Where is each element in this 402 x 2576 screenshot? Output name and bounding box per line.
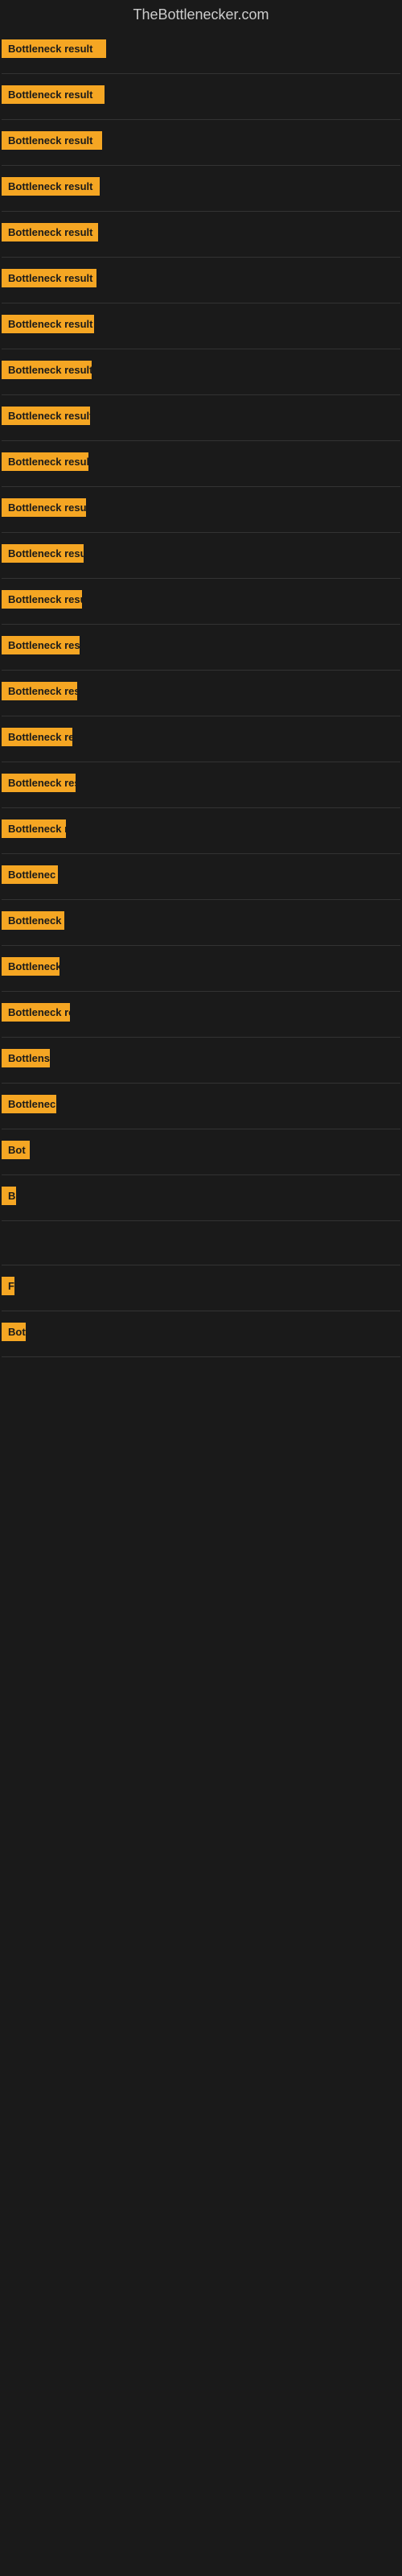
bottleneck-item-13: Bottleneck result xyxy=(2,580,400,622)
bottleneck-label-29[interactable]: Bott xyxy=(2,1323,26,1341)
bottleneck-label-19[interactable]: Bottlenec xyxy=(2,865,58,884)
bottleneck-label-11[interactable]: Bottleneck result xyxy=(2,498,86,517)
spacer-27 xyxy=(2,1223,400,1263)
bottleneck-label-1[interactable]: Bottleneck result xyxy=(2,39,106,58)
bottleneck-label-26[interactable]: B xyxy=(2,1187,16,1205)
bottleneck-item-29: Bott xyxy=(2,1313,400,1355)
bottleneck-label-17[interactable]: Bottleneck result xyxy=(2,774,76,792)
bottleneck-label-3[interactable]: Bottleneck result xyxy=(2,131,102,150)
bottleneck-label-9[interactable]: Bottleneck result xyxy=(2,407,90,425)
bottleneck-label-8[interactable]: Bottleneck result xyxy=(2,361,92,379)
bottleneck-item-26: B xyxy=(2,1177,400,1219)
items-container: Bottleneck result Bottleneck result Bottle… xyxy=(0,30,402,1842)
bottleneck-item-3: Bottleneck result xyxy=(2,122,400,163)
bottleneck-item-1: Bottleneck result xyxy=(2,30,400,72)
bottleneck-item-21: Bottleneck xyxy=(2,947,400,989)
bottleneck-item-10: Bottleneck result xyxy=(2,443,400,485)
bottleneck-label-10[interactable]: Bottleneck result xyxy=(2,452,88,471)
bottleneck-label-24[interactable]: Bottleneck xyxy=(2,1095,56,1113)
bottleneck-label-6[interactable]: Bottleneck result xyxy=(2,269,96,287)
bottleneck-item-2: Bottleneck result xyxy=(2,76,400,118)
bottleneck-label-25[interactable]: Bot xyxy=(2,1141,30,1159)
bottleneck-label-28[interactable]: F xyxy=(2,1277,14,1295)
bottleneck-label-7[interactable]: Bottleneck result xyxy=(2,315,94,333)
bottleneck-item-7: Bottleneck result xyxy=(2,305,400,347)
bottleneck-item-8: Bottleneck result xyxy=(2,351,400,393)
bottleneck-label-16[interactable]: Bottleneck re xyxy=(2,728,72,746)
bottleneck-label-15[interactable]: Bottleneck result xyxy=(2,682,77,700)
bottleneck-label-21[interactable]: Bottleneck xyxy=(2,957,59,976)
bottleneck-item-9: Bottleneck result xyxy=(2,397,400,439)
bottleneck-label-23[interactable]: Bottlens xyxy=(2,1049,50,1067)
bottleneck-label-22[interactable]: Bottleneck res xyxy=(2,1003,70,1022)
bottleneck-item-28: F xyxy=(2,1267,400,1309)
bottleneck-label-14[interactable]: Bottleneck result xyxy=(2,636,80,654)
bottleneck-item-14: Bottleneck result xyxy=(2,626,400,668)
bottleneck-item-5: Bottleneck result xyxy=(2,213,400,255)
bottleneck-label-2[interactable]: Bottleneck result xyxy=(2,85,105,104)
bottleneck-label-18[interactable]: Bottleneck r xyxy=(2,819,66,838)
bottleneck-item-12: Bottleneck result xyxy=(2,535,400,576)
bottleneck-item-19: Bottlenec xyxy=(2,856,400,898)
bottleneck-item-23: Bottlens xyxy=(2,1039,400,1081)
bottleneck-item-11: Bottleneck result xyxy=(2,489,400,530)
bottleneck-item-6: Bottleneck result xyxy=(2,259,400,301)
bottleneck-item-16: Bottleneck re xyxy=(2,718,400,760)
bottleneck-item-24: Bottleneck xyxy=(2,1085,400,1127)
bottleneck-item-15: Bottleneck result xyxy=(2,672,400,714)
site-title: TheBottlenecker.com xyxy=(0,0,402,30)
bottleneck-label-5[interactable]: Bottleneck result xyxy=(2,223,98,242)
bottleneck-item-20: Bottleneck r xyxy=(2,902,400,943)
bottleneck-item-17: Bottleneck result xyxy=(2,764,400,806)
bottleneck-label-13[interactable]: Bottleneck result xyxy=(2,590,82,609)
bottleneck-label-12[interactable]: Bottleneck result xyxy=(2,544,84,563)
bottleneck-item-4: Bottleneck result xyxy=(2,167,400,209)
bottleneck-label-4[interactable]: Bottleneck result xyxy=(2,177,100,196)
bottleneck-item-18: Bottleneck r xyxy=(2,810,400,852)
bottleneck-item-22: Bottleneck res xyxy=(2,993,400,1035)
bottleneck-item-25: Bot xyxy=(2,1131,400,1173)
bottleneck-label-20[interactable]: Bottleneck r xyxy=(2,911,64,930)
